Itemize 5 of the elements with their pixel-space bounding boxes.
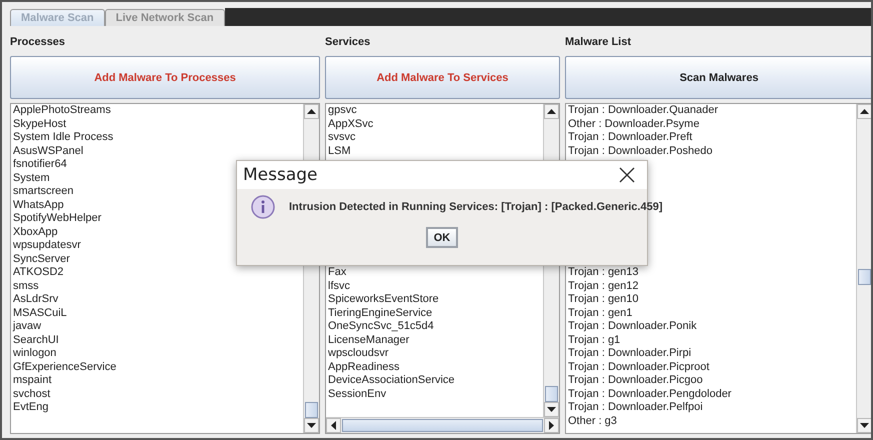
dialog-title: Message <box>243 165 318 185</box>
column-heading: Services <box>325 35 370 50</box>
dialog-message: Intrusion Detected in Running Services: [Trojan] : [Packed.Generic.459] <box>289 201 662 213</box>
column-heading: Processes <box>10 35 66 50</box>
column-heading: Malware List <box>565 35 632 50</box>
